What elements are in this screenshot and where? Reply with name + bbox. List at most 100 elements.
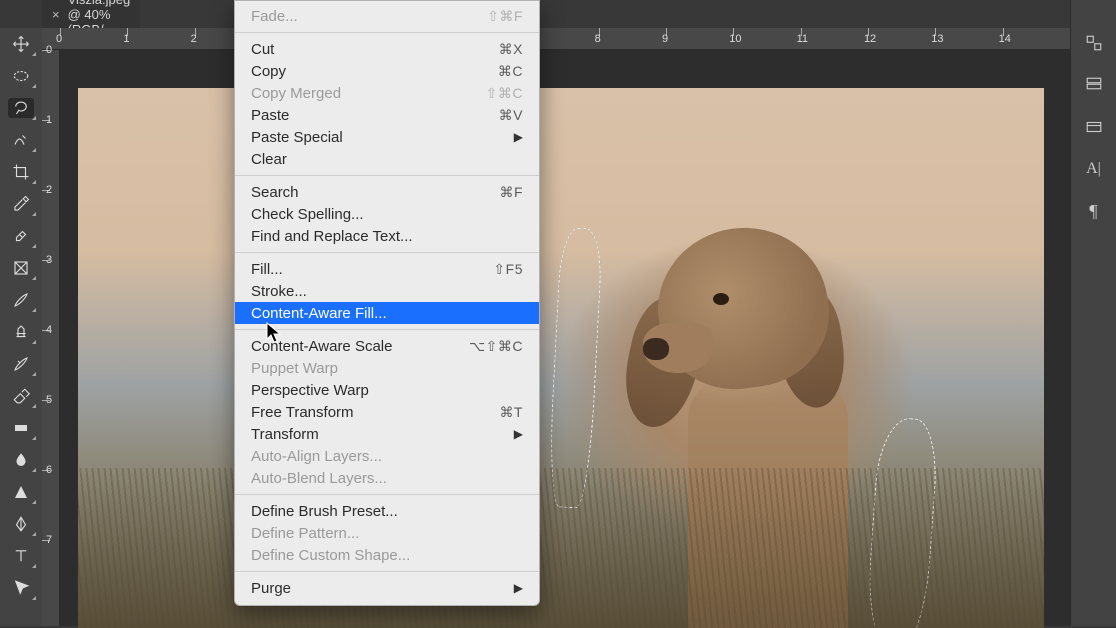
horizontal-ruler[interactable]: 01234567891011121314 — [42, 28, 1070, 50]
ruler-tick-label: 12 — [864, 33, 876, 45]
clone-stamp-tool-icon[interactable] — [8, 322, 34, 342]
ruler-tick-label: 10 — [729, 33, 741, 45]
gradient-tool-icon[interactable] — [8, 418, 34, 438]
ruler-tick-label: 3 — [46, 254, 52, 266]
menu-item-label: Define Pattern... — [251, 525, 359, 542]
menu-item[interactable]: Perspective Warp — [235, 379, 539, 401]
menu-item-shortcut: ⌘V — [499, 107, 523, 124]
history-brush-tool-icon[interactable] — [8, 354, 34, 374]
edit-menu-dropdown: Fade...⇧⌘F Cut ⌘X Copy ⌘C Copy Merged ⇧⌘C Paste… — [234, 0, 540, 606]
vertical-ruler[interactable]: 01234567 — [42, 50, 60, 626]
ruler-tick-label: 13 — [931, 33, 943, 45]
menu-item: Puppet Warp — [235, 357, 539, 379]
menu-item-shortcut: ⌘F — [499, 184, 523, 201]
menu-item-label: Puppet Warp — [251, 360, 338, 377]
document-image[interactable] — [78, 88, 1044, 628]
menu-item[interactable]: Define Brush Preset... — [235, 500, 539, 522]
menu-item-label: Copy — [251, 63, 286, 80]
move-tool-icon[interactable] — [8, 34, 34, 54]
ruler-tick-label: 0 — [46, 44, 52, 56]
character-panel-icon[interactable]: A| — [1083, 158, 1105, 180]
menu-item[interactable]: Fill... ⇧F5 — [235, 258, 539, 280]
menu-item-shortcut: ⌥⇧⌘C — [469, 338, 523, 355]
menu-item[interactable]: Copy ⌘C — [235, 60, 539, 82]
menu-item-shortcut: ⌘T — [499, 404, 523, 421]
menu-item-label: Content-Aware Scale — [251, 338, 392, 355]
eraser-tool-icon[interactable] — [8, 386, 34, 406]
menu-item-label: Copy Merged — [251, 85, 341, 102]
menu-item[interactable]: Purge▶ — [235, 577, 539, 599]
lasso-tool-icon[interactable] — [8, 98, 34, 118]
path-select-tool-icon[interactable] — [8, 578, 34, 598]
menu-item-label: Check Spelling... — [251, 206, 364, 223]
menu-item[interactable]: Content-Aware Scale ⌥⇧⌘C — [235, 335, 539, 357]
menu-item-label: Fill... — [251, 261, 283, 278]
type-tool-icon[interactable] — [8, 546, 34, 566]
menu-item-label: Free Transform — [251, 404, 354, 421]
ruler-tick-label: 0 — [56, 33, 62, 45]
brush-tool-icon[interactable] — [8, 290, 34, 310]
ruler-tick-label: 7 — [46, 534, 52, 546]
dodge-tool-icon[interactable] — [8, 482, 34, 502]
menu-item[interactable]: Free Transform ⌘T — [235, 401, 539, 423]
menu-item-label: Paste Special — [251, 129, 343, 146]
ruler-tick-label: 6 — [46, 464, 52, 476]
menu-item: Define Pattern... — [235, 522, 539, 544]
ruler-tick-label: 5 — [46, 394, 52, 406]
menu-item-shortcut: ⇧⌘C — [486, 85, 523, 102]
ruler-tick-label: 11 — [797, 33, 808, 45]
menu-item: Auto-Align Layers... — [235, 445, 539, 467]
menu-separator — [235, 329, 539, 330]
menu-item[interactable]: Cut ⌘X — [235, 38, 539, 60]
menu-item[interactable]: Find and Replace Text... — [235, 225, 539, 247]
menu-item[interactable]: Content-Aware Fill... — [235, 302, 539, 324]
menu-separator — [235, 32, 539, 33]
menu-item: Fade...⇧⌘F — [235, 5, 539, 27]
swatches-panel-icon[interactable] — [1083, 74, 1105, 96]
quick-select-tool-icon[interactable] — [8, 130, 34, 150]
ruler-tick-label: 4 — [46, 324, 52, 336]
paragraph-panel-icon[interactable]: ¶ — [1083, 200, 1105, 222]
libraries-panel-icon[interactable] — [1083, 116, 1105, 138]
menu-item-label: Auto-Align Layers... — [251, 448, 382, 465]
menu-item[interactable]: Transform▶ — [235, 423, 539, 445]
close-tab-icon[interactable]: × — [52, 7, 60, 22]
ruler-tick-label: 1 — [123, 33, 129, 45]
ruler-tick-label: 14 — [999, 33, 1011, 45]
document-tabbar: × Viszla.jpeg @ 40% (RGB/... — [42, 0, 43, 28]
crop-tool-icon[interactable] — [8, 162, 34, 182]
menu-separator — [235, 175, 539, 176]
pen-tool-icon[interactable] — [8, 514, 34, 534]
ruler-tick-label: 9 — [662, 33, 668, 45]
menu-item-label: Find and Replace Text... — [251, 228, 412, 245]
color-panel-icon[interactable] — [1083, 32, 1105, 54]
frame-tool-icon[interactable] — [8, 258, 34, 278]
menu-item-label: Search — [251, 184, 299, 201]
menu-item-shortcut: ⇧F5 — [493, 261, 523, 278]
menu-item[interactable]: Paste Special▶ — [235, 126, 539, 148]
menu-item-shortcut: ⌘X — [499, 41, 523, 58]
ruler-tick-label: 2 — [46, 184, 52, 196]
menu-item-label: Paste — [251, 107, 289, 124]
menu-item-label: Purge — [251, 580, 291, 597]
menu-item[interactable]: Clear — [235, 148, 539, 170]
menu-item[interactable]: Paste ⌘V — [235, 104, 539, 126]
menu-item-label: Clear — [251, 151, 287, 168]
menu-item-label: Stroke... — [251, 283, 307, 300]
foreground-grass — [78, 468, 1044, 628]
menu-item-shortcut: ⌘C — [498, 63, 523, 80]
menu-item-label: Cut — [251, 41, 274, 58]
menu-item[interactable]: Stroke... — [235, 280, 539, 302]
marquee-tool-icon[interactable] — [8, 66, 34, 86]
healing-brush-tool-icon[interactable] — [8, 226, 34, 246]
right-panel-strip: A| ¶ — [1070, 0, 1116, 626]
menu-item[interactable]: Check Spelling... — [235, 203, 539, 225]
menu-item-shortcut: ⇧⌘F — [487, 8, 523, 25]
menu-item-label: Auto-Blend Layers... — [251, 470, 387, 487]
eyedropper-tool-icon[interactable] — [8, 194, 34, 214]
ruler-tick-label: 8 — [595, 33, 601, 45]
menu-item[interactable]: Search ⌘F — [235, 181, 539, 203]
menu-item: Auto-Blend Layers... — [235, 467, 539, 489]
blur-tool-icon[interactable] — [8, 450, 34, 470]
selection-marquee[interactable] — [547, 227, 604, 509]
